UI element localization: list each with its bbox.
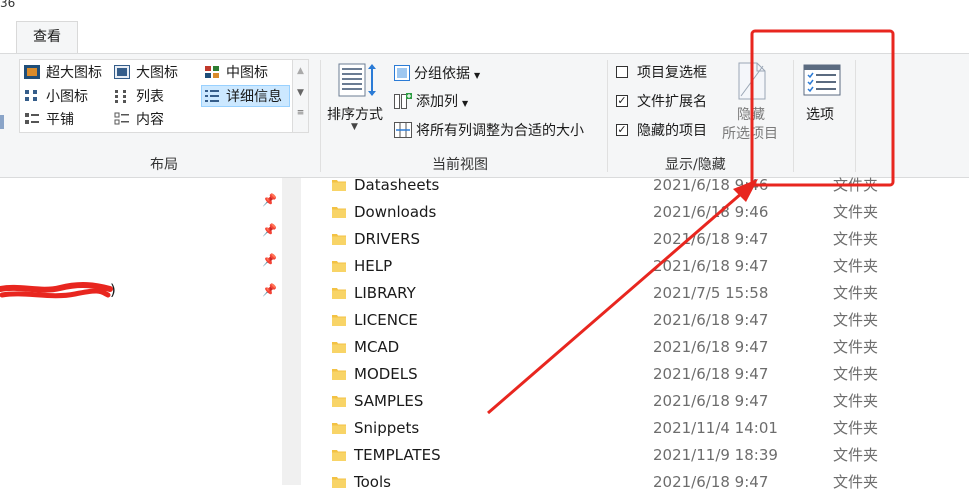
navigation-pane <box>0 178 282 485</box>
folder-icon <box>332 234 346 245</box>
pin-icon[interactable]: 📌 <box>262 283 277 297</box>
details-icon <box>205 90 219 102</box>
redaction-scribble <box>0 282 113 299</box>
ribbon-divider <box>855 60 856 172</box>
file-row[interactable]: Downloads 2021/6/18 9:46 文件夹 <box>330 199 950 226</box>
group-by-icon <box>394 65 410 81</box>
folder-icon <box>332 207 346 218</box>
file-row[interactable]: LIBRARY 2021/7/5 15:58 文件夹 <box>330 280 950 307</box>
add-column-dropdown-icon: ▼ <box>462 99 469 108</box>
layout-content[interactable]: 内容 <box>114 109 164 131</box>
item-checkboxes-checkbox[interactable] <box>616 66 628 78</box>
gallery-more-icon[interactable]: ≡ <box>293 104 308 126</box>
fit-columns-icon <box>394 122 412 138</box>
file-row[interactable]: Tools 2021/6/18 9:47 文件夹 <box>330 469 950 496</box>
folder-icon <box>332 423 346 434</box>
file-row[interactable]: TEMPLATES 2021/11/9 18:39 文件夹 <box>330 442 950 469</box>
folder-icon <box>332 342 346 353</box>
options-button[interactable]: 选项 <box>799 60 847 152</box>
tiles-icon <box>25 113 39 124</box>
file-extensions-toggle[interactable]: ✓ 文件扩展名 <box>616 91 707 113</box>
pin-icon[interactable]: 📌 <box>262 253 277 267</box>
add-column-button[interactable]: 添加列 ▼ <box>394 91 468 113</box>
hidden-items-checkbox[interactable]: ✓ <box>616 124 628 136</box>
group-by-dropdown-icon: ▼ <box>474 71 481 80</box>
gallery-down-icon[interactable]: ▼ <box>293 82 308 104</box>
ribbon-divider <box>793 60 794 172</box>
file-row[interactable]: HELP 2021/6/18 9:47 文件夹 <box>330 253 950 280</box>
tab-view[interactable]: 查看 <box>16 21 78 54</box>
large-icons-icon <box>114 65 130 79</box>
group-by-button[interactable]: 分组依据 ▼ <box>394 63 480 85</box>
folder-icon <box>332 477 346 488</box>
pin-icon[interactable]: 📌 <box>262 223 277 237</box>
folder-icon <box>332 261 346 272</box>
sort-by-button[interactable]: 排序方式 ▼ <box>326 60 390 152</box>
ribbon-divider <box>607 60 608 172</box>
title-fragment: 36 <box>0 0 16 10</box>
layout-large-icons[interactable]: 大图标 <box>114 62 178 84</box>
list-icon <box>115 90 126 103</box>
folder-icon <box>332 450 346 461</box>
extra-large-icons-icon <box>24 65 40 79</box>
layout-medium-icons[interactable]: 中图标 <box>204 62 268 84</box>
file-row[interactable]: Snippets 2021/11/4 14:01 文件夹 <box>330 415 950 442</box>
ribbon-tab-bar <box>0 19 969 53</box>
fit-columns-button[interactable]: 将所有列调整为合适的大小 <box>394 120 584 142</box>
gallery-up-icon[interactable]: ▲ <box>293 60 308 82</box>
file-row[interactable]: DRIVERS 2021/6/18 9:47 文件夹 <box>330 226 950 253</box>
file-row[interactable]: SAMPLES 2021/6/18 9:47 文件夹 <box>330 388 950 415</box>
hidden-items-toggle[interactable]: ✓ 隐藏的项目 <box>616 120 707 142</box>
medium-icons-icon <box>205 66 219 78</box>
folder-icon <box>332 180 346 191</box>
file-row[interactable]: Datasheets 2021/6/18 9:46 文件夹 <box>330 172 950 199</box>
sort-by-icon <box>338 63 376 97</box>
group-label-show-hide: 显示/隐藏 <box>665 157 726 173</box>
layout-gallery-scroll[interactable]: ▲ ▼ ≡ <box>293 59 309 133</box>
left-edge-fragment-icon <box>0 115 4 129</box>
file-extensions-checkbox[interactable]: ✓ <box>616 95 628 107</box>
layout-tiles[interactable]: 平铺 <box>24 109 74 131</box>
layout-small-icons[interactable]: 小图标 <box>24 86 88 108</box>
nav-scrollbar[interactable] <box>282 178 301 485</box>
folder-icon <box>332 315 346 326</box>
layout-extra-large-icons[interactable]: 超大图标 <box>24 62 102 84</box>
file-row[interactable]: MCAD 2021/6/18 9:47 文件夹 <box>330 334 950 361</box>
hide-selected-items-button[interactable]: 隐藏 所选项目 <box>719 60 787 152</box>
item-checkboxes-toggle[interactable]: 项目复选框 <box>616 62 707 84</box>
content-icon <box>114 112 129 125</box>
group-label-current-view: 当前视图 <box>432 157 488 173</box>
folder-icon <box>332 288 346 299</box>
hide-selected-icon <box>738 62 766 100</box>
small-icons-icon <box>25 90 37 101</box>
file-row[interactable]: MODELS 2021/6/18 9:47 文件夹 <box>330 361 950 388</box>
folder-icon <box>332 369 346 380</box>
options-icon <box>803 64 841 96</box>
folder-icon <box>332 396 346 407</box>
pin-icon[interactable]: 📌 <box>262 193 277 207</box>
sort-by-dropdown-icon: ▼ <box>351 122 358 132</box>
layout-details[interactable]: 详细信息 <box>201 85 290 107</box>
ribbon-divider <box>320 60 321 172</box>
add-column-icon <box>394 93 412 109</box>
group-label-layout: 布局 <box>150 157 178 173</box>
layout-list[interactable]: 列表 <box>114 86 164 108</box>
file-row[interactable]: LICENCE 2021/6/18 9:47 文件夹 <box>330 307 950 334</box>
